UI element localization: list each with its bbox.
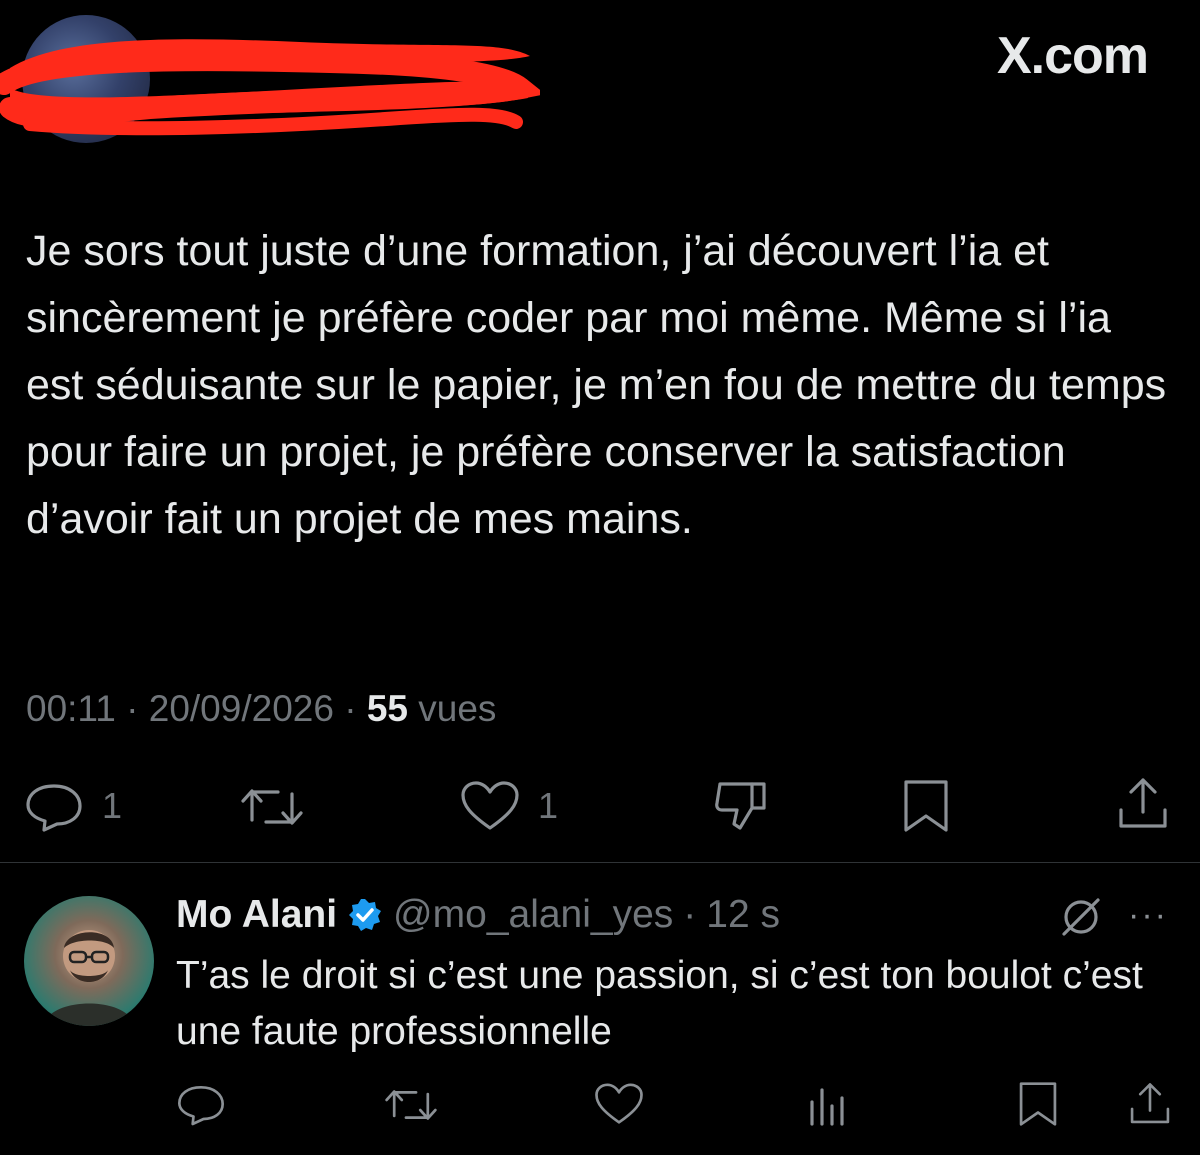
like-icon [595,1083,643,1124]
reply-bookmark-button[interactable] [1016,1080,1060,1128]
retweet-icon [241,789,303,825]
tweet-meta: 00:11 · 20/09/2026 · 55 vues [26,688,496,730]
like-icon [461,781,519,830]
like-button[interactable]: 1 [460,780,558,832]
retweet-button[interactable] [240,782,304,832]
reply-header: Mo Alani @mo_alani_yes · 12 s [176,893,780,937]
header-separator: · [683,893,697,936]
like-count: 1 [538,785,559,826]
dislike-icon [715,782,766,830]
redaction-scribble [0,39,540,136]
share-icon [1119,778,1167,828]
reply-count: 1 [102,785,123,826]
meta-separator: · [126,688,139,729]
brand-logo: X.com [996,27,1149,85]
reply-reply-button[interactable] [176,1082,226,1126]
bookmark-icon [1019,1082,1057,1126]
bookmark-button[interactable] [900,778,952,834]
reply-retweet-button[interactable] [384,1084,438,1126]
retweet-icon [385,1090,437,1120]
reply-time[interactable]: 12 s [706,893,780,937]
verified-badge-icon [349,899,382,931]
views-count: 55 [366,688,408,729]
reply-text: T’as le droit si c’est une passion, si c… [176,954,1143,1053]
views-label: vues [418,688,497,729]
person-photo [44,930,134,1026]
tweet-date[interactable]: 20/09/2026 [149,688,334,729]
reply-icon [178,1086,225,1126]
reply-author-handle[interactable]: @mo_alani_yes [393,893,673,937]
reply-icon [26,784,82,832]
reply-author-name[interactable]: Mo Alani [176,893,337,937]
reply-like-button[interactable] [594,1082,644,1126]
share-icon [1130,1083,1170,1124]
dislike-button[interactable] [712,778,770,834]
reply-share-button[interactable] [1128,1080,1172,1128]
more-icon[interactable]: ··· [1128,896,1168,935]
divider [0,862,1200,863]
share-button[interactable] [1116,776,1170,832]
reply-author-avatar[interactable] [24,896,154,1026]
tweet-text: Je sors tout juste d’une formation, j’ai… [26,227,1179,543]
views-icon [810,1088,844,1126]
tweet-time[interactable]: 00:11 [26,688,116,729]
grok-icon[interactable] [1058,894,1104,940]
reply-views-button[interactable] [806,1084,850,1128]
bookmark-icon [904,780,948,832]
reply-button[interactable]: 1 [24,780,122,832]
meta-separator: · [344,688,357,729]
